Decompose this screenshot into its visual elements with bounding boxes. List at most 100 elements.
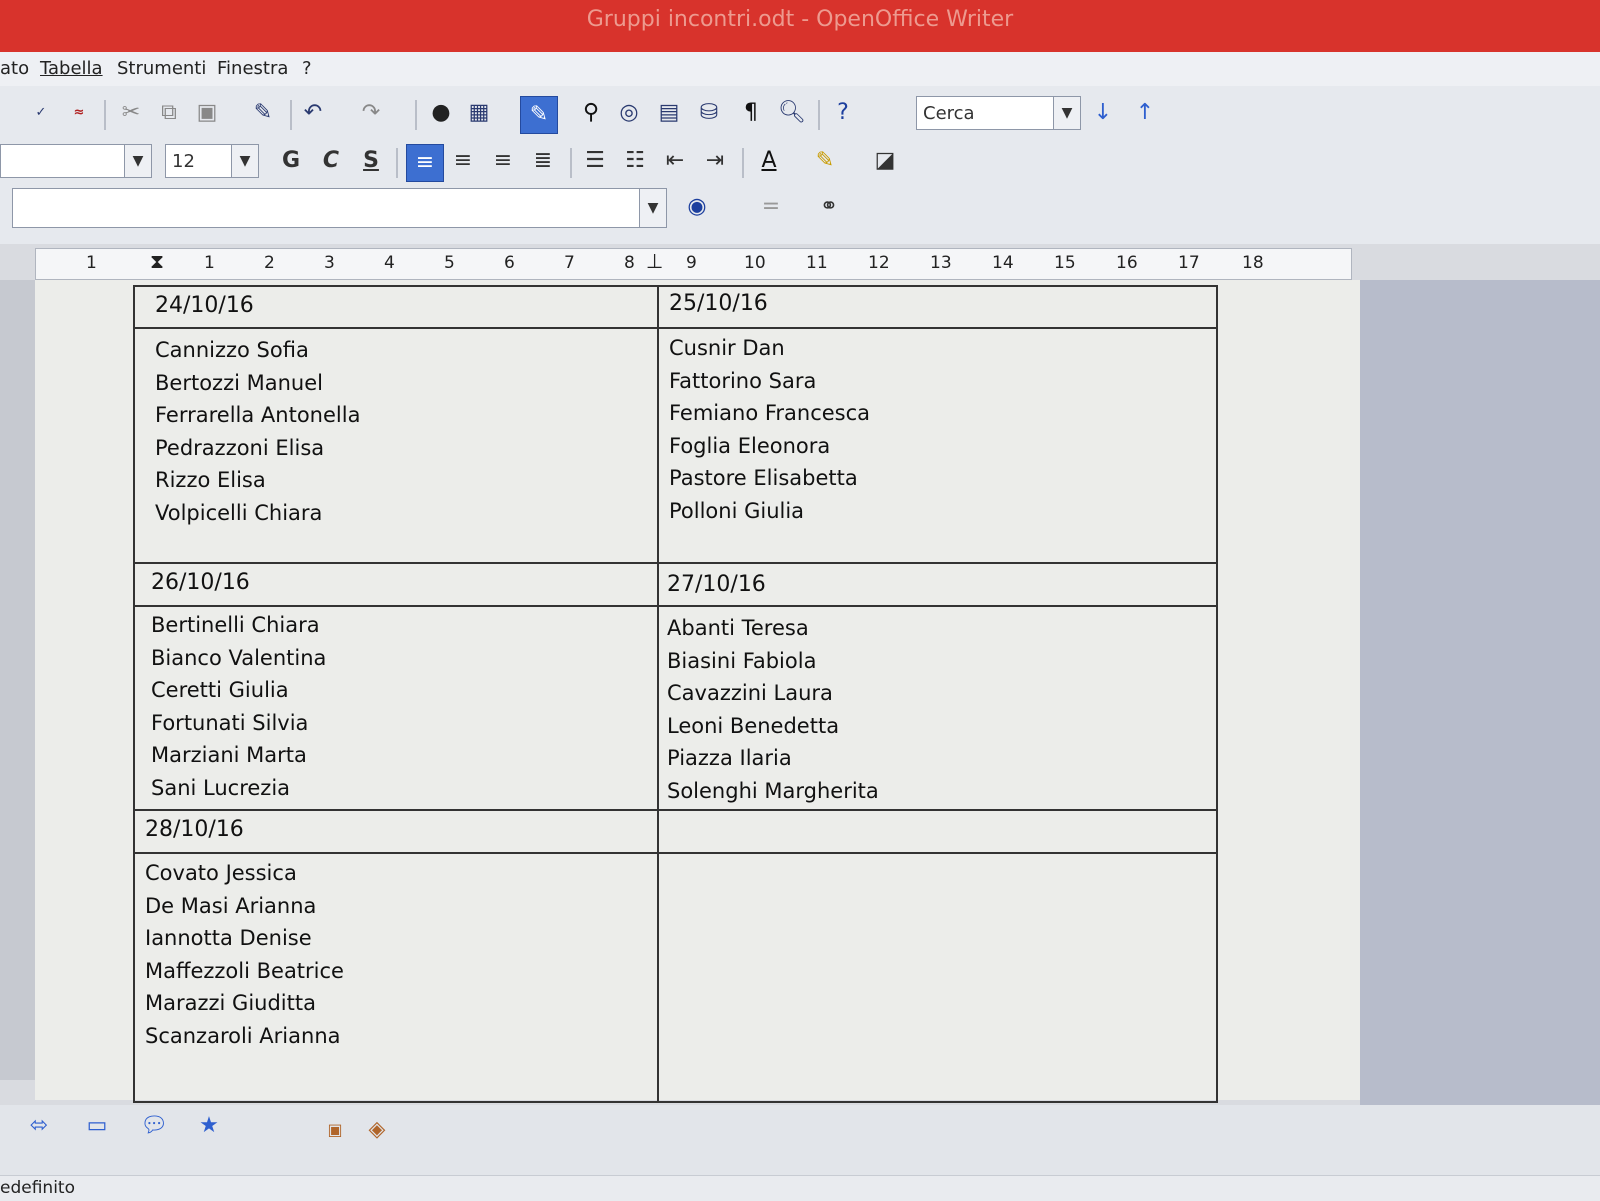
ruler-mark: 5 xyxy=(444,253,455,273)
list-item: Solenghi Margherita xyxy=(667,778,879,803)
menu-formato[interactable]: ato xyxy=(0,58,29,79)
numbering-icon[interactable]: ☰ xyxy=(582,148,608,174)
right-workspace-area xyxy=(1360,280,1600,1120)
bullets-icon[interactable]: ☷ xyxy=(622,148,648,174)
list-item: Femiano Francesca xyxy=(669,401,871,425)
callout-icon[interactable]: 💬︎ xyxy=(140,1113,168,1139)
rectangle-icon[interactable]: ▭ xyxy=(84,1113,110,1139)
group-date[interactable]: 28/10/16 xyxy=(145,817,244,842)
group-date[interactable]: 27/10/16 xyxy=(667,572,766,597)
list-item: Covato Jessica xyxy=(145,861,297,885)
text-frame-icon[interactable]: ▣ xyxy=(322,1117,348,1143)
italic-button[interactable]: C xyxy=(318,148,344,174)
find-replace-icon[interactable]: ⚲ xyxy=(578,100,604,126)
find-previous-icon[interactable]: ↑ xyxy=(1132,100,1158,126)
menu-tabella[interactable]: Tabella xyxy=(40,58,103,79)
align-center-icon[interactable]: ≡ xyxy=(450,148,476,174)
menu-help[interactable]: ? xyxy=(302,58,312,79)
font-color-icon[interactable]: A xyxy=(756,148,782,174)
format-paintbrush-icon[interactable]: ✎ xyxy=(250,100,276,126)
ruler-mark: 10 xyxy=(744,253,766,273)
style-combo[interactable]: ▼ xyxy=(12,188,667,228)
find-next-icon[interactable]: ↓ xyxy=(1090,100,1116,126)
group-names[interactable]: Covato Jessica De Masi Arianna Iannotta … xyxy=(145,857,344,1052)
list-item: Cavazzini Laura xyxy=(667,681,833,705)
list-item: Cusnir Dan xyxy=(669,336,785,360)
right-indent-marker-icon[interactable]: ⊥ xyxy=(646,249,663,273)
groups-table[interactable]: 24/10/16 Cannizzo Sofia Bertozzi Manuel … xyxy=(133,285,1218,1103)
fontwork-icon[interactable]: ◈ xyxy=(364,1117,390,1143)
ruler[interactable]: 1 1 2 3 4 5 6 7 8 9 10 11 12 13 14 15 16… xyxy=(35,248,1352,280)
form-toolbar: ▼ ◉ = ⚭ xyxy=(0,188,1600,244)
bold-button[interactable]: G xyxy=(278,148,304,174)
binoculars-icon[interactable]: ⚭ xyxy=(816,194,842,220)
zoom-icon[interactable]: 🔍︎ xyxy=(778,100,806,126)
font-name-combo[interactable]: ▼ xyxy=(0,144,152,178)
cut-icon[interactable]: ✂ xyxy=(118,100,144,126)
redo-icon[interactable]: ↷ xyxy=(358,100,384,126)
list-item: Scanzaroli Arianna xyxy=(145,1023,341,1048)
underline-button[interactable]: S xyxy=(358,148,384,174)
increase-indent-icon[interactable]: ⇥ xyxy=(702,148,728,174)
ruler-mark: 4 xyxy=(384,253,395,273)
left-margin-area xyxy=(0,280,35,1080)
navigator-icon[interactable]: ● xyxy=(428,100,454,126)
datasources-icon[interactable]: ▤ xyxy=(656,100,682,126)
paste-icon[interactable]: ▣ xyxy=(194,100,220,126)
record-icon[interactable]: ◉ xyxy=(684,194,710,220)
list-item: Pedrazzoni Elisa xyxy=(155,435,325,460)
chevron-down-icon[interactable]: ▼ xyxy=(639,189,666,227)
chevron-down-icon[interactable]: ▼ xyxy=(124,145,151,177)
ruler-mark: 15 xyxy=(1054,253,1076,273)
chevron-down-icon[interactable]: ▼ xyxy=(231,145,258,177)
left-indent-marker-icon[interactable]: ⧗ xyxy=(150,249,164,273)
list-item: Rizzo Elisa xyxy=(155,468,266,492)
list-item: Cannizzo Sofia xyxy=(155,338,309,362)
draw-functions-icon[interactable]: ✎ xyxy=(520,96,558,134)
list-item: Bertozzi Manuel xyxy=(155,370,323,395)
spellcheck-icon[interactable]: ✓ xyxy=(28,100,54,126)
star-icon[interactable]: ★ xyxy=(196,1113,222,1139)
justify-icon[interactable]: ≣ xyxy=(530,148,556,174)
gallery-icon[interactable]: ◎ xyxy=(616,100,642,126)
copy-icon[interactable]: ⧉ xyxy=(156,100,182,126)
ruler-mark: 1 xyxy=(204,253,215,273)
group-date[interactable]: 24/10/16 xyxy=(155,293,254,318)
ruler-mark: 16 xyxy=(1116,253,1138,273)
ruler-mark: 11 xyxy=(806,253,828,273)
menu-finestra[interactable]: Finestra xyxy=(217,58,288,79)
menu-strumenti[interactable]: Strumenti xyxy=(117,58,206,79)
equals-icon[interactable]: = xyxy=(758,194,784,220)
list-item: Biasini Fabiola xyxy=(667,648,817,673)
ruler-mark: 6 xyxy=(504,253,515,273)
list-item: Polloni Giulia xyxy=(669,498,805,523)
undo-icon[interactable]: ↶ xyxy=(300,100,326,126)
align-left-icon[interactable]: ≡ xyxy=(406,144,444,182)
group-date[interactable]: 26/10/16 xyxy=(151,570,250,595)
group-names[interactable]: Cusnir Dan Fattorino Sara Femiano France… xyxy=(669,332,870,527)
help-icon[interactable]: ? xyxy=(830,100,856,126)
drawing-toolbar: ⬄ ▭ 💬︎ ★ ▣ ◈ xyxy=(0,1105,1600,1175)
group-names[interactable]: Cannizzo Sofia Bertozzi Manuel Ferrarell… xyxy=(155,334,360,529)
group-names[interactable]: Bertinelli Chiara Bianco Valentina Ceret… xyxy=(151,609,326,804)
group-date[interactable]: 25/10/16 xyxy=(669,291,768,316)
ruler-mark: 7 xyxy=(564,253,575,273)
list-item: Pastore Elisabetta xyxy=(669,466,858,490)
group-names[interactable]: Abanti Teresa Biasini Fabiola Cavazzini … xyxy=(667,612,879,807)
chevron-down-icon[interactable]: ▼ xyxy=(1053,97,1080,129)
font-size-combo[interactable]: 12 ▼ xyxy=(165,144,259,178)
formatting-marks-icon[interactable]: ¶ xyxy=(738,100,764,126)
highlight-icon[interactable]: ✎ xyxy=(812,148,838,174)
list-item: Fortunati Silvia xyxy=(151,710,309,735)
ruler-mark: 13 xyxy=(930,253,952,273)
database-icon[interactable]: ⛁ xyxy=(696,100,722,126)
decrease-indent-icon[interactable]: ⇤ xyxy=(662,148,688,174)
list-item: Maffezzoli Beatrice xyxy=(145,958,344,983)
insert-table-icon[interactable]: ▦ xyxy=(466,100,492,126)
list-item: Volpicelli Chiara xyxy=(155,500,323,525)
background-color-icon[interactable]: ◪ xyxy=(872,148,898,174)
search-input[interactable]: Cerca ▼ xyxy=(916,96,1081,130)
autospellcheck-icon[interactable]: ≈ xyxy=(66,100,92,126)
arrow-icon[interactable]: ⬄ xyxy=(26,1113,52,1139)
align-right-icon[interactable]: ≡ xyxy=(490,148,516,174)
